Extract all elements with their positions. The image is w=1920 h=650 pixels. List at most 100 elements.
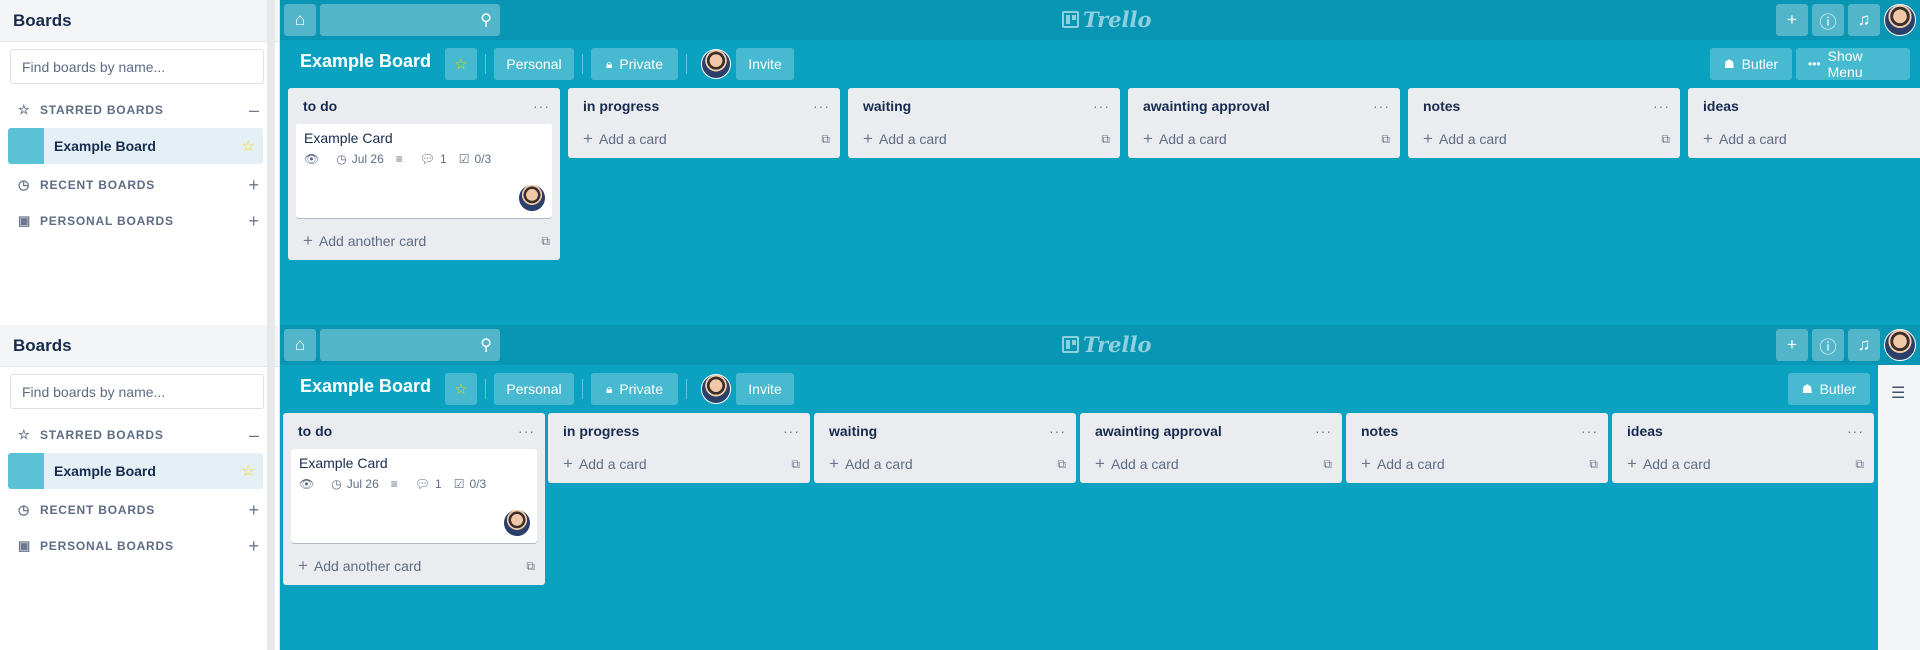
trello-logo[interactable]: Trello — [1062, 7, 1152, 32]
home-icon[interactable]: ⌂ — [284, 329, 316, 361]
card-template-icon[interactable]: ⧉ — [821, 132, 830, 147]
member-avatar[interactable] — [701, 49, 731, 79]
list-header[interactable]: awainting approval ··· — [1080, 413, 1342, 449]
card-template-icon[interactable]: ⧉ — [1855, 457, 1864, 472]
member-avatar[interactable] — [701, 374, 731, 404]
add-card-button[interactable]: +Add a card⧉ — [548, 449, 810, 479]
list-header[interactable]: ideas··· — [1612, 413, 1874, 449]
list-title[interactable]: ideas — [1627, 423, 1847, 439]
sidebar-scrollbar[interactable] — [267, 0, 275, 325]
list-in-progress[interactable]: in progress ··· + Add a card ⧉ — [548, 413, 810, 483]
list-menu-icon[interactable]: ··· — [1653, 98, 1670, 114]
board-title[interactable]: Example Board — [300, 376, 431, 397]
list-title[interactable]: notes — [1423, 98, 1653, 114]
list-menu-icon[interactable]: ··· — [1049, 423, 1066, 439]
personal-boards-section[interactable]: ▣ PERSONAL BOARDS + — [0, 528, 279, 564]
add-card-button[interactable]: + Add another card ⧉ — [283, 551, 545, 581]
add-card-button[interactable]: +Add a card⧉ — [1080, 449, 1342, 479]
list-header[interactable]: to do ··· — [283, 413, 545, 449]
card-template-icon[interactable]: ⧉ — [791, 457, 800, 472]
find-boards-input[interactable] — [10, 49, 264, 84]
list-title[interactable]: in progress — [563, 423, 783, 439]
list-header[interactable]: waiting ··· — [848, 88, 1120, 124]
info-icon[interactable]: ⓘ — [1812, 4, 1844, 36]
card-template-icon[interactable]: ⧉ — [1101, 132, 1110, 147]
add-card-button[interactable]: +Add a card⧉ — [848, 124, 1120, 154]
sidebar-board-example[interactable]: Example Board ☆ — [8, 453, 263, 489]
nav-search-field[interactable]: ⚲ — [320, 4, 500, 36]
collapse-icon[interactable]: – — [249, 100, 259, 121]
add-icon[interactable]: + — [248, 536, 259, 557]
add-card-button[interactable]: +Add a card⧉ — [1688, 124, 1920, 154]
team-button[interactable]: Personal — [494, 48, 574, 80]
list-header[interactable]: awainting approval ··· — [1128, 88, 1400, 124]
home-icon[interactable]: ⌂ — [284, 4, 316, 36]
list-menu-icon[interactable]: ··· — [533, 98, 550, 114]
personal-boards-section[interactable]: ▣ PERSONAL BOARDS + — [0, 203, 279, 239]
add-card-button[interactable]: +Add a card⧉ — [1128, 124, 1400, 154]
card-template-icon[interactable]: ⧉ — [1589, 457, 1598, 472]
list-waiting[interactable]: waiting ··· + Add a card ⧉ — [848, 88, 1120, 158]
list-menu-icon[interactable]: ··· — [1315, 423, 1332, 439]
card-template-icon[interactable]: ⧉ — [1381, 132, 1390, 147]
card-member-avatar[interactable] — [518, 184, 546, 212]
visibility-button[interactable]: 🔒︎ Private — [591, 48, 678, 80]
user-avatar[interactable] — [1884, 4, 1916, 36]
card-template-icon[interactable]: ⧉ — [1057, 457, 1066, 472]
sidebar-scrollbar[interactable] — [267, 325, 275, 650]
star-board-icon[interactable]: ☆ — [445, 48, 477, 80]
list-notes[interactable]: notes ··· + Add a card ⧉ — [1346, 413, 1608, 483]
card-template-icon[interactable]: ⧉ — [1661, 132, 1670, 147]
card-member-avatar[interactable] — [503, 509, 531, 537]
list-menu-icon[interactable]: ··· — [1373, 98, 1390, 114]
list-menu-icon[interactable]: ··· — [518, 423, 535, 439]
add-card-button[interactable]: +Add a card⧉ — [568, 124, 840, 154]
list-title[interactable]: notes — [1361, 423, 1581, 439]
card-example[interactable]: Example Card 👁︎ ◷ Jul 26 ≡ 💬︎ 1 ☑ 0/3 — [291, 449, 537, 543]
nav-search-field[interactable]: ⚲ — [320, 329, 500, 361]
user-avatar[interactable] — [1884, 329, 1916, 361]
list-title[interactable]: to do — [303, 98, 533, 114]
list-ideas[interactable]: ideas··· +Add a card⧉ — [1612, 413, 1874, 483]
list-title[interactable]: to do — [298, 423, 518, 439]
star-icon[interactable]: ☆ — [242, 137, 255, 155]
list-to-do[interactable]: to do ··· Example Card 👁︎ ◷ Jul 26 ≡ 💬︎ 1 … — [288, 88, 560, 260]
butler-button[interactable]: ☗ Butler — [1710, 48, 1792, 80]
list-notes[interactable]: notes ··· + Add a card ⧉ — [1408, 88, 1680, 158]
add-icon[interactable]: + — [248, 211, 259, 232]
list-in-progress[interactable]: in progress ··· + Add a card ⧉ — [568, 88, 840, 158]
list-header[interactable]: waiting ··· — [814, 413, 1076, 449]
card-template-icon[interactable]: ⧉ — [526, 559, 535, 574]
visibility-button[interactable]: 🔒︎ Private — [591, 373, 678, 405]
star-icon[interactable]: ☆ — [242, 462, 255, 480]
add-card-button[interactable]: + Add another card ⧉ — [288, 226, 560, 256]
list-title[interactable]: awainting approval — [1095, 423, 1315, 439]
list-title[interactable]: ideas — [1703, 98, 1920, 114]
menu-icon[interactable]: ☰ — [1891, 383, 1905, 403]
star-board-icon[interactable]: ☆ — [445, 373, 477, 405]
sidebar-board-example[interactable]: Example Board ☆ — [8, 128, 263, 164]
add-card-button[interactable]: +Add a card⧉ — [814, 449, 1076, 479]
list-awaiting-approval[interactable]: awainting approval ··· + Add a card ⧉ — [1080, 413, 1342, 483]
list-menu-icon[interactable]: ··· — [1847, 423, 1864, 439]
card-template-icon[interactable]: ⧉ — [541, 234, 550, 249]
card-template-icon[interactable]: ⧉ — [1323, 457, 1332, 472]
list-menu-icon[interactable]: ··· — [1581, 423, 1598, 439]
list-title[interactable]: awainting approval — [1143, 98, 1373, 114]
list-menu-icon[interactable]: ··· — [1093, 98, 1110, 114]
list-ideas[interactable]: ideas··· +Add a card⧉ — [1688, 88, 1920, 158]
add-card-button[interactable]: +Add a card⧉ — [1408, 124, 1680, 154]
recent-boards-section[interactable]: ◷ RECENT BOARDS + — [0, 492, 279, 528]
show-menu-button[interactable]: ••• Show Menu — [1796, 48, 1910, 80]
bell-icon[interactable]: ♫ — [1848, 4, 1880, 36]
list-awaiting-approval[interactable]: awainting approval ··· + Add a card ⧉ — [1128, 88, 1400, 158]
list-header[interactable]: in progress ··· — [568, 88, 840, 124]
butler-button[interactable]: ☗ Butler — [1788, 373, 1870, 405]
list-title[interactable]: waiting — [829, 423, 1049, 439]
list-menu-icon[interactable]: ··· — [813, 98, 830, 114]
bell-icon[interactable]: ♫ — [1848, 329, 1880, 361]
list-menu-icon[interactable]: ··· — [783, 423, 800, 439]
invite-button[interactable]: Invite — [736, 48, 794, 80]
list-header[interactable]: ideas··· — [1688, 88, 1920, 124]
collapse-icon[interactable]: – — [249, 425, 259, 446]
